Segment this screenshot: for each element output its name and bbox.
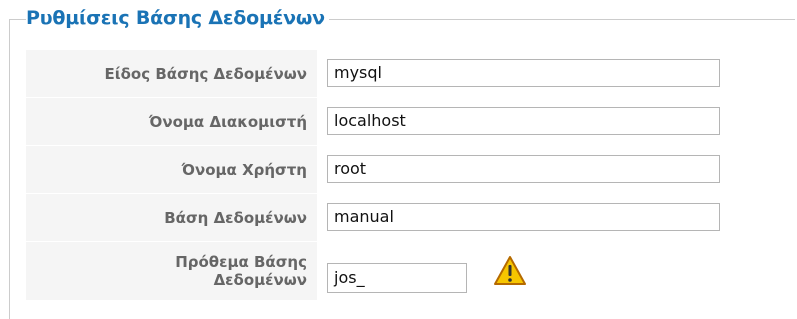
db-type-input[interactable]: mysql: [327, 59, 720, 87]
form-row-db-type: Είδος Βάσης Δεδομένων mysql: [26, 50, 797, 97]
label-cell: Όνομα Χρήστη: [26, 146, 318, 193]
form-row-prefix: Πρόθεμα Βάσης Δεδομένων jos_: [26, 242, 797, 300]
warning-icon: [494, 256, 526, 285]
label-cell: Βάση Δεδομένων: [26, 194, 318, 241]
host-label: Όνομα Διακομιστή: [149, 112, 307, 131]
section-title: Ρυθμίσεις Βάσης Δεδομένων: [26, 6, 329, 30]
prefix-label: Πρόθεμα Βάσης Δεδομένων: [175, 253, 307, 289]
label-cell: Όνομα Διακομιστή: [26, 98, 318, 145]
host-input[interactable]: localhost: [327, 107, 720, 135]
db-type-label: Είδος Βάσης Δεδομένων: [104, 64, 307, 83]
user-label: Όνομα Χρήστη: [181, 160, 307, 179]
db-name-label: Βάση Δεδομένων: [164, 208, 307, 227]
prefix-input[interactable]: jos_: [327, 263, 467, 293]
label-cell: Είδος Βάσης Δεδομένων: [26, 50, 318, 97]
label-cell: Πρόθεμα Βάσης Δεδομένων: [26, 242, 318, 300]
form-row-user: Όνομα Χρήστη root: [26, 146, 797, 193]
form-row-host: Όνομα Διακομιστή localhost: [26, 98, 797, 145]
form-row-db-name: Βάση Δεδομένων manual: [26, 194, 797, 241]
db-name-input[interactable]: manual: [327, 203, 720, 231]
user-input[interactable]: root: [327, 155, 720, 183]
